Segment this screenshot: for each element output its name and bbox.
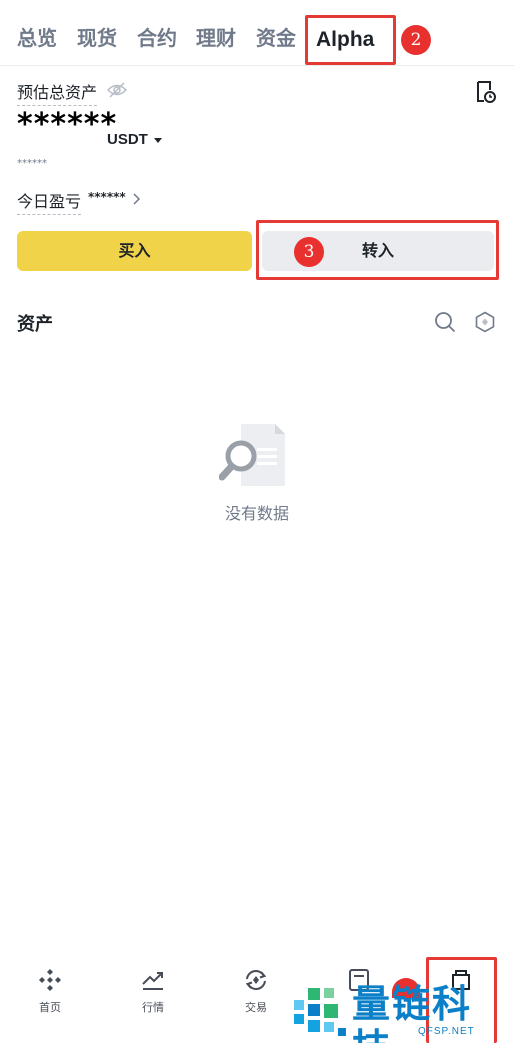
today-pnl-value: ****** [88,190,126,204]
tab-funding[interactable]: 资金 [256,24,296,52]
nav-trade[interactable]: 交易 [221,967,291,1015]
asset-tabs: 总览 现货 合约 理财 资金 Alpha [0,0,514,66]
nav-home-label: 首页 [39,1001,61,1014]
buy-button[interactable]: 买入 [17,231,252,271]
fiat-value-masked: ****** [17,158,47,169]
currency-selector[interactable]: USDT [107,131,148,148]
market-chart-icon [142,972,163,990]
empty-state-text: 没有数据 [224,504,289,523]
chevron-right-icon[interactable] [131,193,141,205]
step-badge-3: 3 [294,237,324,267]
caret-down-icon[interactable] [154,138,162,143]
trade-exchange-icon [245,970,267,990]
tab-overview[interactable]: 总览 [17,24,57,52]
watermark-domain: QFSP.NET [418,1026,475,1037]
search-icon[interactable] [434,311,456,333]
highlight-box-alpha-tab [305,15,396,65]
history-record-icon[interactable] [473,80,497,104]
tab-futures[interactable]: 合约 [137,24,177,52]
step-badge-2: 2 [401,25,431,55]
nav-trade-label: 交易 [245,1001,267,1014]
tab-spot[interactable]: 现货 [77,24,117,52]
nav-home[interactable]: 首页 [15,967,85,1015]
watermark-logo-icon [294,988,346,1036]
today-pnl-label[interactable]: 今日盈亏 [17,188,82,215]
watermark: 量链科技 QFSP.NET [294,982,510,1043]
hexagon-settings-icon[interactable] [474,311,496,333]
tab-earn[interactable]: 理财 [196,24,236,52]
estimated-total-label[interactable]: 预估总资产 [17,79,98,106]
nav-market[interactable]: 行情 [118,967,188,1015]
assets-title: 资产 [17,314,53,335]
highlight-box-transfer [256,220,499,280]
empty-data-illustration [219,424,285,486]
nav-market-label: 行情 [142,1001,164,1014]
eye-off-icon[interactable] [107,82,127,98]
binance-logo-icon [39,969,61,991]
balance-masked: ****** [17,107,118,142]
